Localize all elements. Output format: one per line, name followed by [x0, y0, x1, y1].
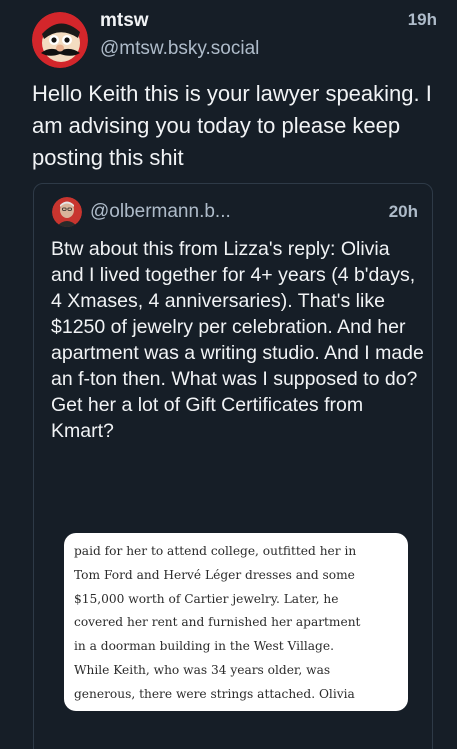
image-text-line: Tom Ford and Hervé Léger dresses and som…: [74, 567, 355, 582]
image-text-line: While Keith, who was 34 years older, was: [74, 662, 331, 677]
image-text-line: in a doorman building in the West Villag…: [74, 639, 334, 654]
quoted-post-timestamp: 20h: [388, 202, 418, 221]
person-portrait-avatar-icon: [52, 197, 82, 227]
image-text-line: $15,000 worth of Cartier jewelry. Later,…: [74, 591, 339, 606]
mustache-face-avatar-icon: [32, 12, 88, 68]
author-info: mtsw @mtsw.bsky.social: [100, 10, 259, 60]
quoted-post-text: Btw about this from Lizza's reply: Olivi…: [51, 238, 424, 442]
quoted-author-handle: @olbermann.b...: [90, 201, 231, 222]
post-timestamp[interactable]: 19h: [408, 10, 437, 30]
author-avatar[interactable]: [32, 12, 88, 68]
image-text-line: covered her rent and furnished her apart…: [74, 615, 361, 630]
quoted-author-avatar: [52, 197, 82, 227]
image-text-line: generous, there were strings attached. O…: [74, 686, 355, 701]
quoted-post-image[interactable]: paid for her to attend college, outfitte…: [64, 533, 408, 711]
author-handle[interactable]: @mtsw.bsky.social: [100, 38, 259, 60]
image-text-line: paid for her to attend college, outfitte…: [74, 544, 357, 558]
post-text: Hello Keith this is your lawyer speaking…: [32, 81, 432, 170]
quoted-post-card[interactable]: @olbermann.b... 20h Btw about this from …: [33, 183, 433, 749]
post: mtsw @mtsw.bsky.social 19h Hello Keith t…: [0, 0, 457, 749]
author-display-name[interactable]: mtsw: [100, 10, 259, 32]
